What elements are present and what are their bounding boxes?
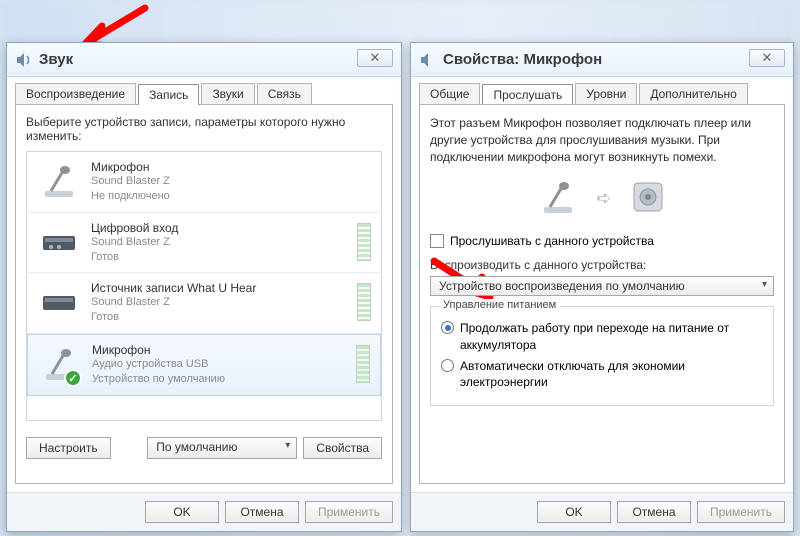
what-u-hear-icon xyxy=(37,281,81,323)
device-row[interactable]: Источник записи What U Hear Sound Blaste… xyxy=(27,273,381,334)
cancel-button[interactable]: Отмена xyxy=(225,501,299,523)
playthrough-label: Воспроизводить с данного устройства: xyxy=(430,258,774,272)
tab-sounds[interactable]: Звуки xyxy=(201,83,254,104)
device-sub: Sound Blaster Z xyxy=(91,174,170,189)
device-name: Микрофон xyxy=(92,343,225,357)
radio-auto-disable-label: Автоматически отключать для экономии эле… xyxy=(460,358,763,390)
apply-button[interactable]: Применить xyxy=(697,501,785,523)
device-sub: Sound Blaster Z xyxy=(91,295,256,310)
default-checkmark-icon: ✓ xyxy=(64,369,82,387)
level-meter xyxy=(357,223,371,261)
mic-device-icon xyxy=(538,177,578,220)
tab-playback[interactable]: Воспроизведение xyxy=(15,83,136,104)
speaker-icon xyxy=(15,51,33,69)
device-flow-diagram: ➪ xyxy=(430,177,774,220)
properties-titlebar: Свойства: Микрофон ✕ xyxy=(411,43,793,77)
device-list: Микрофон Sound Blaster Z Не подключено Ц… xyxy=(26,151,382,421)
tab-advanced[interactable]: Дополнительно xyxy=(639,83,747,104)
sound-title: Звук xyxy=(39,51,73,68)
microphone-icon xyxy=(37,160,81,202)
close-button[interactable]: ✕ xyxy=(749,49,785,67)
device-name: Источник записи What U Hear xyxy=(91,281,256,295)
recording-instruction: Выберите устройство записи, параметры ко… xyxy=(26,115,382,143)
tab-recording[interactable]: Запись xyxy=(138,84,199,105)
power-management-group: Управление питанием Продолжать работу пр… xyxy=(430,306,774,406)
level-meter xyxy=(357,283,371,321)
properties-button[interactable]: Свойства xyxy=(303,437,382,459)
level-meter xyxy=(356,345,370,383)
sound-titlebar: Звук ✕ xyxy=(7,43,401,77)
close-button[interactable]: ✕ xyxy=(357,49,393,67)
properties-title: Свойства: Микрофон xyxy=(443,51,602,68)
device-name: Микрофон xyxy=(91,160,170,174)
microphone-icon: ✓ xyxy=(38,343,82,385)
device-status: Готов xyxy=(91,250,178,265)
speaker-device-icon xyxy=(630,179,666,218)
listen-checkbox-label: Прослушивать с данного устройства xyxy=(450,234,654,248)
speaker-icon xyxy=(419,51,437,69)
device-row[interactable]: Микрофон Sound Blaster Z Не подключено xyxy=(27,152,381,213)
device-status: Готов xyxy=(91,310,256,325)
tab-general[interactable]: Общие xyxy=(419,83,480,104)
radio-continue-on-battery[interactable] xyxy=(441,321,454,334)
playthrough-device-dropdown[interactable]: Устройство воспроизведения по умолчанию xyxy=(430,276,774,296)
sound-bottom-bar: OK Отмена Применить xyxy=(7,492,401,531)
device-row[interactable]: Цифровой вход Sound Blaster Z Готов xyxy=(27,213,381,274)
device-sub: Аудио устройства USB xyxy=(92,357,225,372)
power-legend: Управление питанием xyxy=(439,299,560,311)
device-status: Не подключено xyxy=(91,189,170,204)
tab-listen[interactable]: Прослушать xyxy=(482,84,573,105)
arrow-right-icon: ➪ xyxy=(596,188,611,209)
device-sub: Sound Blaster Z xyxy=(91,235,178,250)
device-status: Устройство по умолчанию xyxy=(92,372,225,387)
recording-tabpage: Выберите устройство записи, параметры ко… xyxy=(15,104,393,484)
listen-tabpage: Этот разъем Микрофон позволяет подключат… xyxy=(419,104,785,484)
listen-checkbox[interactable] xyxy=(430,234,444,248)
mic-properties-dialog: Свойства: Микрофон ✕ Общие Прослушать Ур… xyxy=(410,42,794,532)
cancel-button[interactable]: Отмена xyxy=(617,501,691,523)
sound-dialog: Звук ✕ Воспроизведение Запись Звуки Связ… xyxy=(6,42,402,532)
ok-button[interactable]: OK xyxy=(537,501,611,523)
properties-bottom-bar: OK Отмена Применить xyxy=(411,492,793,531)
tab-levels[interactable]: Уровни xyxy=(575,83,637,104)
ok-button[interactable]: OK xyxy=(145,501,219,523)
radio-continue-label: Продолжать работу при переходе на питани… xyxy=(460,320,763,352)
tab-communications[interactable]: Связь xyxy=(257,83,312,104)
properties-tabs: Общие Прослушать Уровни Дополнительно xyxy=(411,77,793,104)
configure-button[interactable]: Настроить xyxy=(26,437,111,459)
listen-description: Этот разъем Микрофон позволяет подключат… xyxy=(430,115,774,165)
apply-button[interactable]: Применить xyxy=(305,501,393,523)
radio-auto-disable[interactable] xyxy=(441,359,454,372)
sound-tabs: Воспроизведение Запись Звуки Связь xyxy=(7,77,401,104)
digital-input-icon xyxy=(37,221,81,263)
device-row[interactable]: ✓ Микрофон Аудио устройства USB Устройст… xyxy=(27,334,381,396)
device-name: Цифровой вход xyxy=(91,221,178,235)
set-default-dropdown[interactable]: По умолчанию xyxy=(147,437,297,459)
